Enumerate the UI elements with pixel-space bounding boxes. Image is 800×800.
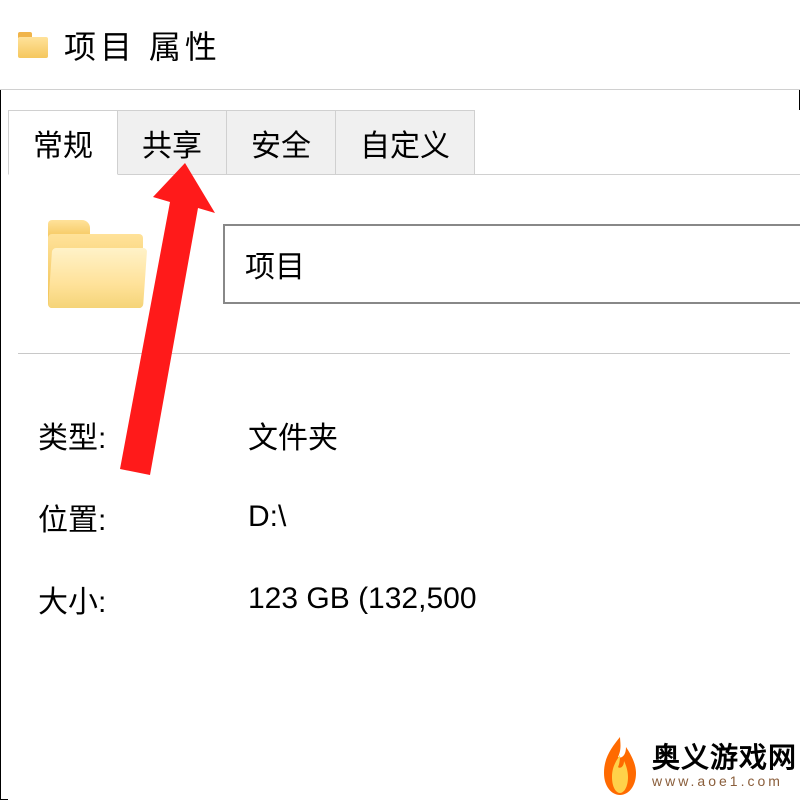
folder-icon — [48, 220, 143, 308]
watermark-name: 奥义游戏网 — [652, 743, 797, 774]
tab-panel-general: 项目 类型: 文件夹 位置: D:\ 大小: 123 GB (132,500 — [8, 174, 800, 640]
window-title: 项目 属性 — [64, 22, 221, 68]
property-value: D:\ — [248, 500, 800, 534]
tab-customize[interactable]: 自定义 — [335, 110, 475, 175]
property-size-row: 大小: 123 GB (132,500 — [38, 558, 800, 640]
property-label: 大小: — [38, 577, 248, 621]
property-value: 123 GB (132,500 — [248, 582, 800, 616]
folder-icon — [18, 32, 48, 58]
dialog-content: 常规 共享 安全 自定义 项目 — [8, 110, 800, 800]
tab-label: 安全 — [251, 121, 311, 165]
watermark-url: www.aoe1.com — [652, 774, 797, 789]
watermark: 奥义游戏网 www.aoe1.com — [596, 735, 797, 797]
tab-label: 自定义 — [360, 121, 450, 165]
properties-list: 类型: 文件夹 位置: D:\ 大小: 123 GB (132,500 — [8, 354, 800, 640]
tab-sharing[interactable]: 共享 — [117, 110, 227, 175]
property-location-row: 位置: D:\ — [38, 476, 800, 558]
tab-general[interactable]: 常规 — [8, 110, 118, 175]
property-label: 类型: — [38, 413, 248, 457]
tab-strip: 常规 共享 安全 自定义 — [8, 110, 800, 175]
folder-name-input[interactable]: 项目 — [223, 224, 800, 304]
tab-label: 共享 — [142, 121, 202, 165]
property-type-row: 类型: 文件夹 — [38, 394, 800, 476]
folder-name-value: 项目 — [245, 242, 305, 286]
name-row: 项目 — [8, 220, 800, 308]
tab-label: 常规 — [33, 121, 93, 165]
tab-security[interactable]: 安全 — [226, 110, 336, 175]
property-value: 文件夹 — [248, 413, 800, 457]
titlebar: 项目 属性 — [0, 0, 800, 90]
property-label: 位置: — [38, 495, 248, 539]
flame-icon — [596, 735, 644, 797]
